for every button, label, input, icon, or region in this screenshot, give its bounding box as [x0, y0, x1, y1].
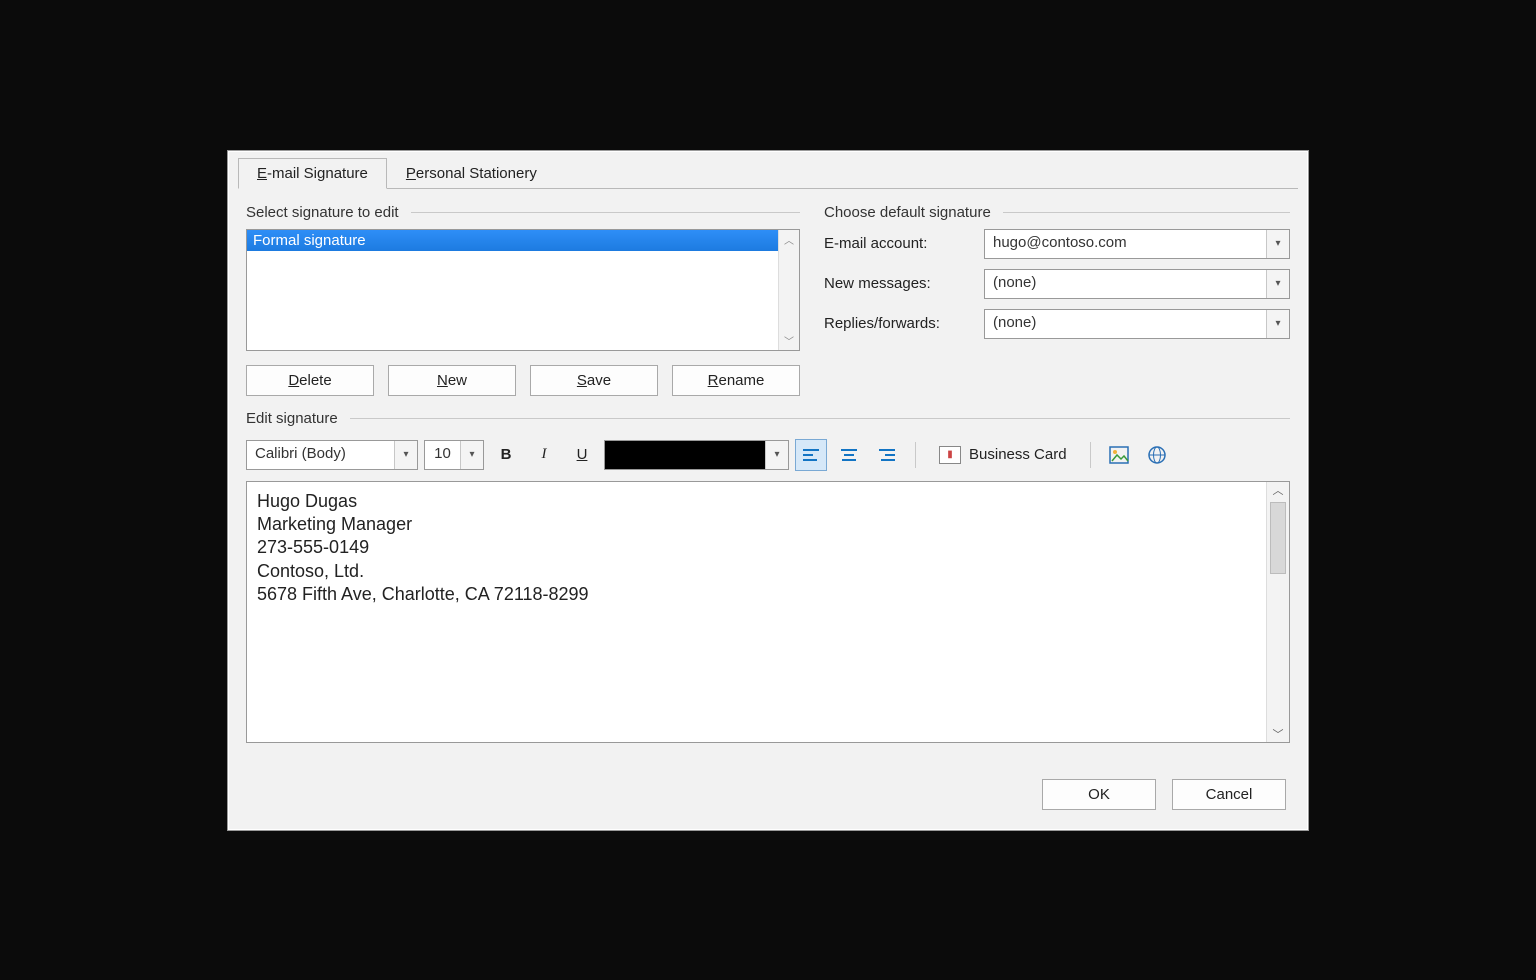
tab-personal-stationery[interactable]: Personal Stationery — [387, 158, 556, 188]
align-right-icon — [879, 449, 895, 461]
editor-content[interactable]: Hugo Dugas Marketing Manager 273-555-014… — [247, 482, 1266, 742]
signatures-dialog: E-mail Signature Personal Stationery Sel… — [227, 150, 1309, 831]
chevron-down-icon[interactable]: ▾ — [1266, 230, 1289, 258]
font-family-combo[interactable]: Calibri (Body) ▾ — [246, 440, 418, 470]
delete-button[interactable]: Delete — [246, 365, 374, 396]
insert-picture-button[interactable] — [1103, 439, 1135, 471]
align-left-button[interactable] — [795, 439, 827, 471]
rename-button[interactable]: Rename — [672, 365, 800, 396]
dialog-footer: OK Cancel — [228, 759, 1308, 820]
hyperlink-icon — [1146, 445, 1168, 465]
email-account-label: E-mail account: — [824, 235, 974, 252]
font-color-combo[interactable]: ▾ — [604, 440, 789, 470]
tab-label: -mail Signature — [267, 165, 368, 182]
underline-button[interactable]: U — [566, 439, 598, 471]
chevron-down-icon[interactable]: ▾ — [1266, 310, 1289, 338]
align-right-button[interactable] — [871, 439, 903, 471]
chevron-down-icon[interactable]: ▾ — [765, 441, 788, 469]
new-messages-combo[interactable]: (none) ▾ — [984, 269, 1290, 299]
new-messages-label: New messages: — [824, 275, 974, 292]
business-card-button[interactable]: ▮ Business Card — [928, 435, 1078, 475]
combo-value: Calibri (Body) — [247, 441, 394, 469]
combo-value: 10 — [425, 441, 460, 469]
tab-content: Select signature to edit Formal signatur… — [228, 188, 1308, 759]
combo-value: (none) — [985, 270, 1266, 298]
combo-value: (none) — [985, 310, 1266, 338]
email-account-combo[interactable]: hugo@contoso.com ▾ — [984, 229, 1290, 259]
scroll-down-icon[interactable]: ﹀ — [784, 333, 794, 348]
tab-email-signature[interactable]: E-mail Signature — [238, 158, 387, 189]
align-center-button[interactable] — [833, 439, 865, 471]
toolbar-separator — [915, 442, 916, 468]
new-button[interactable]: New — [388, 365, 516, 396]
color-swatch — [605, 441, 765, 469]
tab-strip: E-mail Signature Personal Stationery — [238, 152, 1298, 189]
select-signature-group: Select signature to edit Formal signatur… — [246, 198, 800, 396]
font-size-combo[interactable]: 10 ▾ — [424, 440, 484, 470]
format-toolbar: Calibri (Body) ▾ 10 ▾ B I U ▾ — [246, 435, 1290, 475]
align-left-icon — [803, 449, 819, 461]
default-signature-group: Choose default signature E-mail account:… — [824, 198, 1290, 396]
cancel-button[interactable]: Cancel — [1172, 779, 1286, 810]
scrollbar-thumb[interactable] — [1270, 502, 1286, 574]
insert-hyperlink-button[interactable] — [1141, 439, 1173, 471]
scroll-up-icon[interactable]: ︿ — [1273, 482, 1284, 498]
scroll-down-icon[interactable]: ﹀ — [1273, 726, 1284, 742]
scroll-up-icon[interactable]: ︿ — [784, 232, 794, 247]
chevron-down-icon[interactable]: ▾ — [1266, 270, 1289, 298]
edit-signature-group: Edit signature Calibri (Body) ▾ 10 ▾ B I… — [246, 410, 1290, 743]
group-title: Choose default signature — [824, 204, 991, 221]
replies-forwards-combo[interactable]: (none) ▾ — [984, 309, 1290, 339]
editor-scrollbar[interactable]: ︿ ﹀ — [1266, 482, 1289, 742]
combo-value: hugo@contoso.com — [985, 230, 1266, 258]
listbox-scrollbar[interactable]: ︿ ﹀ — [778, 230, 799, 350]
save-button[interactable]: Save — [530, 365, 658, 396]
chevron-down-icon[interactable]: ▾ — [394, 441, 417, 469]
ok-button[interactable]: OK — [1042, 779, 1156, 810]
tab-label: ersonal Stationery — [416, 165, 537, 182]
picture-icon — [1109, 446, 1129, 464]
toolbar-separator — [1090, 442, 1091, 468]
chevron-down-icon[interactable]: ▾ — [460, 441, 483, 469]
signature-editor[interactable]: Hugo Dugas Marketing Manager 273-555-014… — [246, 481, 1290, 743]
align-center-icon — [841, 449, 857, 461]
list-item[interactable]: Formal signature — [247, 230, 778, 251]
bold-button[interactable]: B — [490, 439, 522, 471]
italic-button[interactable]: I — [528, 439, 560, 471]
signature-listbox[interactable]: Formal signature ︿ ﹀ — [246, 229, 800, 351]
business-card-icon: ▮ — [939, 446, 961, 464]
replies-forwards-label: Replies/forwards: — [824, 315, 974, 332]
